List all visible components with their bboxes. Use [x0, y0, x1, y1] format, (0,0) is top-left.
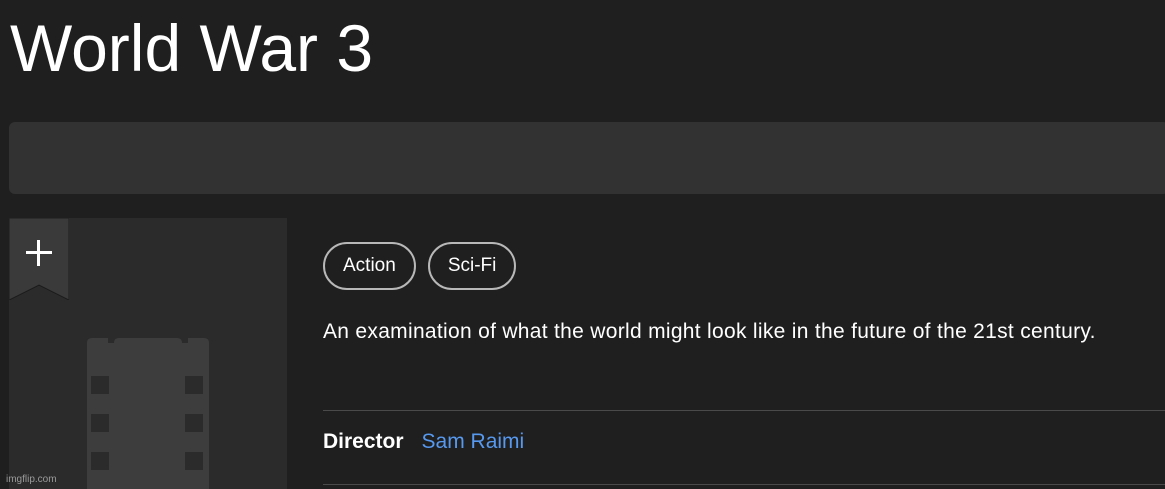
film-icon	[73, 338, 223, 489]
add-to-watchlist-button[interactable]	[9, 218, 69, 300]
divider	[323, 410, 1165, 411]
media-strip	[9, 122, 1165, 194]
genre-chip-sci-fi[interactable]: Sci-Fi	[427, 242, 517, 290]
watermark: imgflip.com	[6, 474, 57, 485]
genre-chips: Action Sci-Fi	[323, 242, 517, 290]
page-title: World War 3	[10, 11, 374, 85]
divider	[323, 484, 1165, 485]
plot-summary: An examination of what the world might l…	[323, 320, 1096, 343]
title-page: World War 3 Action Sci-Fi An examination…	[0, 0, 1165, 489]
poster-placeholder[interactable]	[9, 218, 287, 489]
director-label: Director	[323, 430, 404, 453]
genre-chip-action[interactable]: Action	[323, 242, 416, 290]
director-credit: Director Sam Raimi	[323, 430, 524, 454]
director-link[interactable]: Sam Raimi	[422, 430, 525, 454]
